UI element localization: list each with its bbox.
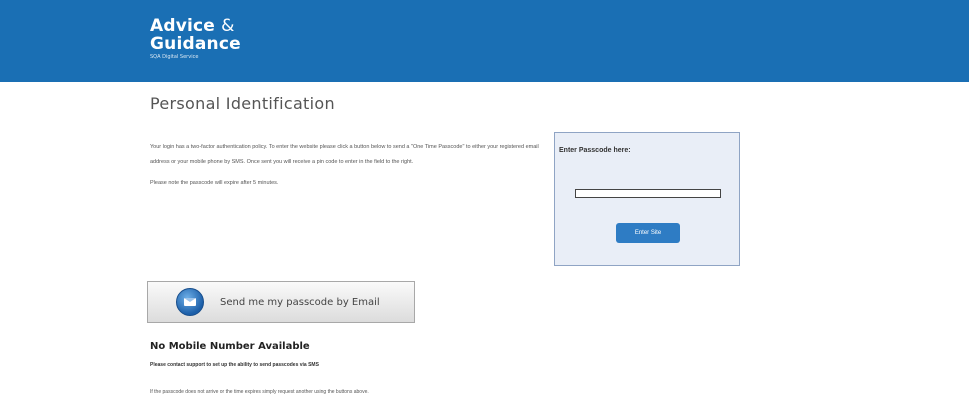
intro-text-block: Your login has a two-factor authenticati… [150, 140, 542, 191]
passcode-label: Enter Passcode here: [559, 147, 631, 154]
no-mobile-message: Please contact support to set up the abi… [150, 362, 319, 368]
site-header: Advice & Guidance SQA Digital Service [0, 0, 969, 82]
logo-ampersand: & [221, 16, 235, 36]
logo-subtext: SQA Digital Service [150, 54, 199, 60]
email-button-label: Send me my passcode by Email [220, 296, 380, 308]
logo-text-guidance: Guidance [150, 34, 241, 54]
passcode-panel: Enter Passcode here: Enter Site [554, 132, 740, 266]
footer-note: If the passcode does not arrive or the t… [150, 389, 369, 395]
expiry-note: Please note the passcode will expire aft… [150, 180, 279, 186]
page-title: Personal Identification [150, 94, 335, 113]
advice-guidance-logo[interactable]: Advice & Guidance SQA Digital Service [150, 18, 241, 61]
envelope-icon [176, 288, 204, 316]
send-passcode-email-button[interactable]: Send me my passcode by Email [147, 281, 415, 323]
enter-site-button[interactable]: Enter Site [616, 223, 680, 243]
logo-text-advice: Advice [150, 16, 216, 36]
no-mobile-heading: No Mobile Number Available [150, 341, 310, 352]
passcode-input[interactable] [575, 189, 721, 198]
intro-paragraph: Your login has a two-factor authenticati… [150, 144, 539, 165]
